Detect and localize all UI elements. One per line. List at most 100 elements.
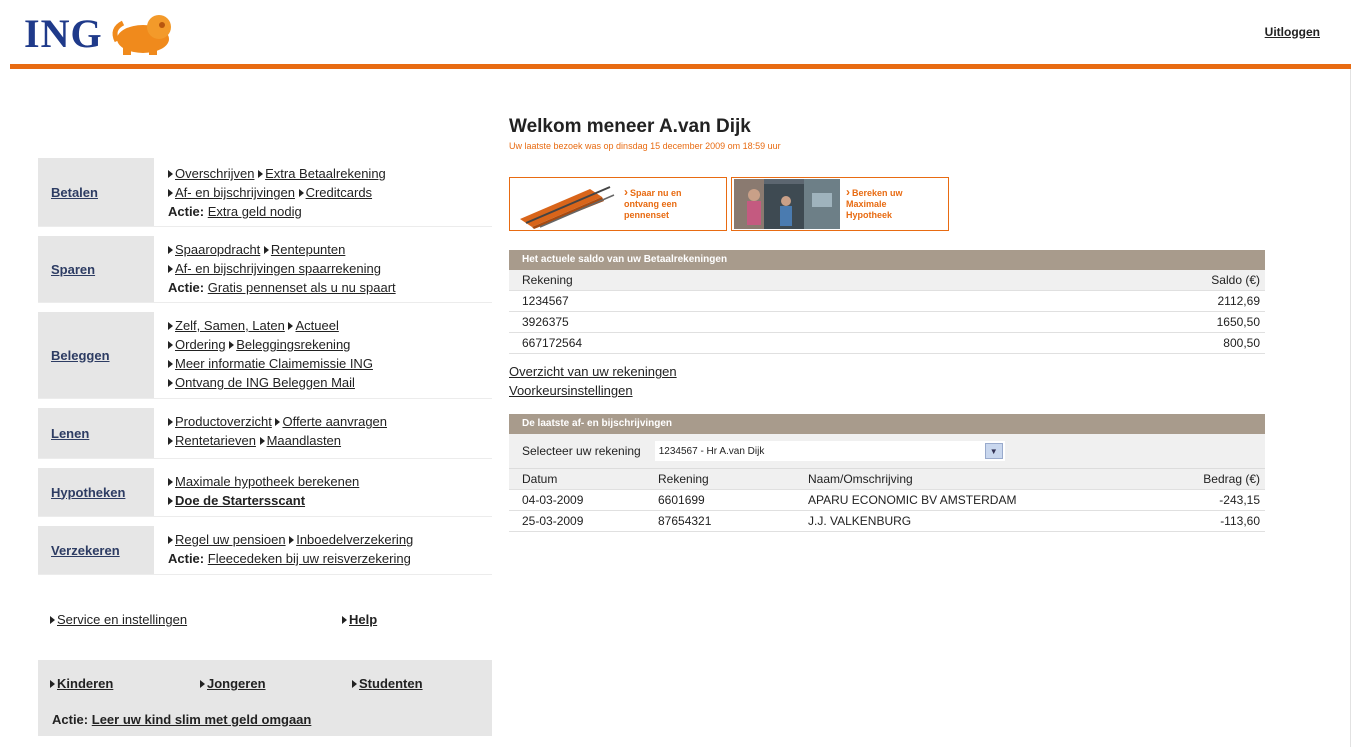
arrow-icon xyxy=(168,478,173,486)
arrow-icon xyxy=(258,170,264,178)
link-startersscant[interactable]: Doe de Startersscant xyxy=(175,493,305,508)
link-rentepunten[interactable]: Rentepunten xyxy=(271,242,345,257)
arrow-icon xyxy=(50,680,55,688)
nav-head-lenen[interactable]: Lenen xyxy=(38,408,154,458)
link-af-bijschrijvingen-sparen[interactable]: Af- en bijschrijvingen spaarrekening xyxy=(175,261,381,276)
link-productoverzicht[interactable]: Productoverzicht xyxy=(175,414,272,429)
actie-sparen: Actie: Gratis pennenset als u nu spaart xyxy=(168,280,396,295)
nav-head-verzekeren[interactable]: Verzekeren xyxy=(38,526,154,574)
account-balance: 800,50 xyxy=(916,332,1265,354)
welcome-title: Welkom meneer A.van Dijk xyxy=(509,116,751,137)
link-overzicht-rekeningen[interactable]: Overzicht van uw rekeningen xyxy=(509,364,677,379)
table-row[interactable]: 04-03-2009 6601699 APARU ECONOMIC BV AMS… xyxy=(509,489,1265,511)
link-actueel[interactable]: Actueel xyxy=(295,318,338,333)
col-saldo: Saldo (€) xyxy=(916,270,1265,291)
service-row: Service en instellingen Help xyxy=(38,604,492,640)
account-balance: 1650,50 xyxy=(916,311,1265,333)
arrow-icon xyxy=(259,437,265,445)
col-datum: Datum xyxy=(509,469,645,490)
nav-block-betalen: Betalen Overschrijven Extra Betaalrekeni… xyxy=(38,158,492,227)
transactions-header-row: Datum Rekening Naam/Omschrijving Bedrag … xyxy=(509,469,1265,490)
link-extra-betaalrekening[interactable]: Extra Betaalrekening xyxy=(265,166,386,181)
link-help[interactable]: Help xyxy=(349,612,377,627)
account-links: Overzicht van uw rekeningen Voorkeursins… xyxy=(509,362,1265,400)
link-rentetarieven[interactable]: Rentetarieven xyxy=(175,433,256,448)
transactions-table: Datum Rekening Naam/Omschrijving Bedrag … xyxy=(509,469,1265,532)
header-divider xyxy=(10,64,1351,69)
actie-verzekeren: Actie: Fleecedeken bij uw reisverzekerin… xyxy=(168,551,411,566)
studenten-item: Studenten xyxy=(352,676,423,691)
account-select[interactable]: 1234567 - Hr A.van Dijk ▼ xyxy=(654,441,1005,461)
account-number: 667172564 xyxy=(509,332,917,354)
arrow-icon xyxy=(229,341,235,349)
banner-hypotheek[interactable]: › Bereken uw Maximale Hypotheek xyxy=(731,177,949,231)
arrow-icon xyxy=(168,265,173,273)
logout-link[interactable]: Uitloggen xyxy=(1265,25,1320,39)
link-beleggen-mail[interactable]: Ontvang de ING Beleggen Mail xyxy=(175,375,355,390)
arrow-icon xyxy=(263,246,269,254)
link-maandlasten[interactable]: Maandlasten xyxy=(267,433,341,448)
account-number: 3926375 xyxy=(509,311,917,333)
nav-block-sparen: Sparen Spaaropdracht Rentepunten Af- en … xyxy=(38,236,492,303)
nav-links-hypotheken: Maximale hypotheek berekenen Doe de Star… xyxy=(154,468,492,516)
table-row[interactable]: 667172564 800,50 xyxy=(509,332,1265,354)
banner-pennenset[interactable]: › Spaar nu en ontvang een pennenset xyxy=(509,177,727,231)
link-kind-slim[interactable]: Leer uw kind slim met geld omgaan xyxy=(92,712,312,727)
table-row[interactable]: 25-03-2009 87654321 J.J. VALKENBURG -113… xyxy=(509,510,1265,532)
account-select-value: 1234567 - Hr A.van Dijk xyxy=(658,445,765,457)
link-kinderen[interactable]: Kinderen xyxy=(57,676,113,691)
arrow-icon xyxy=(168,322,173,330)
nav-block-beleggen: Beleggen Zelf, Samen, Laten Actueel Orde… xyxy=(38,312,492,399)
link-zelf-samen-laten[interactable]: Zelf, Samen, Laten xyxy=(175,318,285,333)
transaction-amount: -113,60 xyxy=(1148,510,1265,532)
arrow-icon xyxy=(168,437,173,445)
transaction-date: 25-03-2009 xyxy=(509,510,645,532)
link-gratis-pennenset[interactable]: Gratis pennenset als u nu spaart xyxy=(208,280,396,295)
last-visit-text: Uw laatste bezoek was op dinsdag 15 dece… xyxy=(509,141,781,151)
chevron-right-icon: › xyxy=(846,185,850,199)
link-regel-pensioen[interactable]: Regel uw pensioen xyxy=(175,532,286,547)
nav-head-hypotheken[interactable]: Hypotheken xyxy=(38,468,154,516)
link-spaaropdracht[interactable]: Spaaropdracht xyxy=(175,242,260,257)
banner-row: › Spaar nu en ontvang een pennenset › Bere… xyxy=(509,177,1265,231)
link-studenten[interactable]: Studenten xyxy=(359,676,423,691)
logo-text: ING xyxy=(24,11,103,56)
link-creditcards[interactable]: Creditcards xyxy=(306,185,372,200)
transaction-amount: -243,15 xyxy=(1148,489,1265,511)
table-row[interactable]: 1234567 2112,69 xyxy=(509,290,1265,312)
link-extra-geld[interactable]: Extra geld nodig xyxy=(208,204,302,219)
nav-head-betalen[interactable]: Betalen xyxy=(38,158,154,226)
family-photo-icon xyxy=(734,179,840,229)
link-ordering[interactable]: Ordering xyxy=(175,337,226,352)
arrow-icon xyxy=(298,189,304,197)
link-fleecedeken[interactable]: Fleecedeken bij uw reisverzekering xyxy=(208,551,411,566)
ing-logo[interactable]: ING xyxy=(24,10,181,57)
arrow-icon xyxy=(352,680,357,688)
arrow-icon xyxy=(288,322,294,330)
table-row[interactable]: 3926375 1650,50 xyxy=(509,311,1265,333)
left-navigation: Betalen Overschrijven Extra Betaalrekeni… xyxy=(38,158,492,584)
service-item: Service en instellingen xyxy=(50,612,187,627)
nav-head-beleggen[interactable]: Beleggen xyxy=(38,312,154,398)
link-claimemissie[interactable]: Meer informatie Claimemissie ING xyxy=(175,356,373,371)
arrow-icon xyxy=(168,246,173,254)
banner-hypotheek-text: › Bereken uw Maximale Hypotheek xyxy=(846,185,903,220)
chevron-down-icon[interactable]: ▼ xyxy=(984,443,1003,459)
link-maximale-hypotheek[interactable]: Maximale hypotheek berekenen xyxy=(175,474,359,489)
link-af-bijschrijvingen[interactable]: Af- en bijschrijvingen xyxy=(175,185,295,200)
link-offerte-aanvragen[interactable]: Offerte aanvragen xyxy=(282,414,387,429)
link-beleggingsrekening[interactable]: Beleggingsrekening xyxy=(236,337,350,352)
link-inboedelverzekering[interactable]: Inboedelverzekering xyxy=(296,532,413,547)
arrow-icon xyxy=(168,170,173,178)
arrow-icon xyxy=(168,189,173,197)
balance-header-row: Rekening Saldo (€) xyxy=(509,270,1265,291)
link-overschrijven[interactable]: Overschrijven xyxy=(175,166,254,181)
link-jongeren[interactable]: Jongeren xyxy=(207,676,266,691)
arrow-icon xyxy=(168,497,173,505)
link-service-instellingen[interactable]: Service en instellingen xyxy=(57,612,187,627)
col-rekening: Rekening xyxy=(645,469,795,490)
link-voorkeursinstellingen[interactable]: Voorkeursinstellingen xyxy=(509,383,633,398)
lion-logo-icon xyxy=(112,14,171,55)
nav-head-sparen[interactable]: Sparen xyxy=(38,236,154,302)
arrow-icon xyxy=(275,418,281,426)
